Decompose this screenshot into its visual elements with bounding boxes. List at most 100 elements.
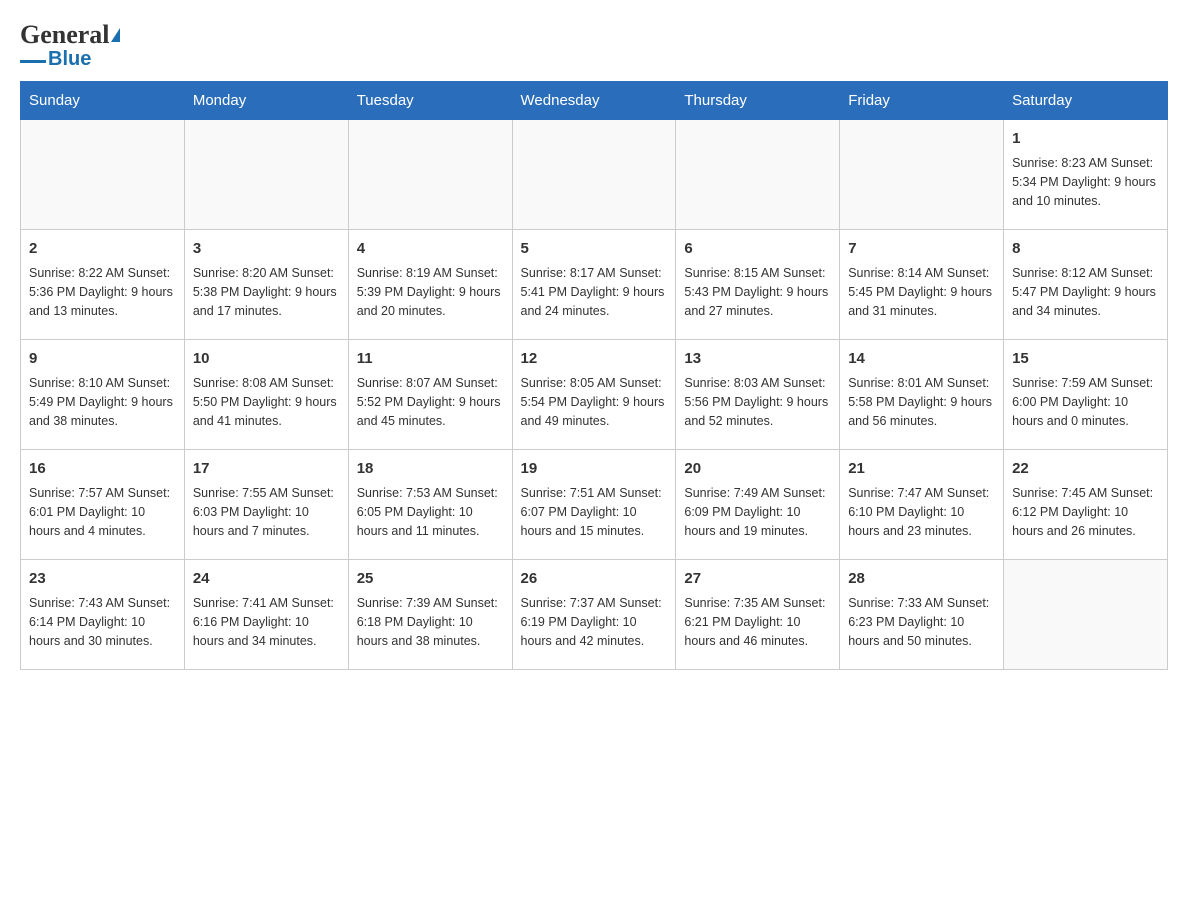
calendar-week-row: 16Sunrise: 7:57 AM Sunset: 6:01 PM Dayli… [21, 450, 1168, 560]
day-info: Sunrise: 8:20 AM Sunset: 5:38 PM Dayligh… [193, 264, 340, 322]
day-info: Sunrise: 8:05 AM Sunset: 5:54 PM Dayligh… [521, 374, 668, 432]
day-info: Sunrise: 7:59 AM Sunset: 6:00 PM Dayligh… [1012, 374, 1159, 432]
logo-arrow-icon [111, 28, 120, 42]
day-info: Sunrise: 7:49 AM Sunset: 6:09 PM Dayligh… [684, 484, 831, 542]
day-number: 13 [684, 348, 831, 371]
calendar-day-cell: 21 Sunrise: 7:47 AM Sunset: 6:10 PM Dayli… [840, 450, 1004, 560]
day-info: Sunrise: 7:45 AM Sunset: 6:12 PM Dayligh… [1012, 484, 1159, 542]
logo-bar [20, 60, 46, 63]
calendar-day-cell: 19 Sunrise: 7:51 AM Sunset: 6:07 PM Dayli… [512, 450, 676, 560]
day-number: 21 [848, 458, 995, 481]
calendar-day-cell: 15Sunrise: 7:59 AM Sunset: 6:00 PM Dayli… [1004, 340, 1168, 450]
calendar-day-cell [348, 120, 512, 230]
day-number: 1 [1012, 128, 1159, 151]
calendar-day-cell: 4 Sunrise: 8:19 AM Sunset: 5:39 PM Daylig… [348, 230, 512, 340]
day-info: Sunrise: 7:51 AM Sunset: 6:07 PM Dayligh… [521, 484, 668, 542]
calendar-day-cell: 6 Sunrise: 8:15 AM Sunset: 5:43 PM Daylig… [676, 230, 840, 340]
day-info: Sunrise: 8:10 AM Sunset: 5:49 PM Dayligh… [29, 374, 176, 432]
day-number: 12 [521, 348, 668, 371]
day-number: 28 [848, 568, 995, 591]
day-number: 18 [357, 458, 504, 481]
calendar-day-cell [676, 120, 840, 230]
day-info: Sunrise: 7:33 AM Sunset: 6:23 PM Dayligh… [848, 594, 995, 652]
day-header-saturday: Saturday [1004, 82, 1168, 120]
day-info: Sunrise: 8:01 AM Sunset: 5:58 PM Dayligh… [848, 374, 995, 432]
day-info: Sunrise: 8:03 AM Sunset: 5:56 PM Dayligh… [684, 374, 831, 432]
calendar-day-cell: 23Sunrise: 7:43 AM Sunset: 6:14 PM Dayli… [21, 560, 185, 670]
day-number: 25 [357, 568, 504, 591]
page-header: General Blue [20, 20, 1168, 71]
day-number: 23 [29, 568, 176, 591]
calendar-day-cell: 12 Sunrise: 8:05 AM Sunset: 5:54 PM Dayli… [512, 340, 676, 450]
day-number: 6 [684, 238, 831, 261]
day-number: 10 [193, 348, 340, 371]
calendar-day-cell: 20 Sunrise: 7:49 AM Sunset: 6:09 PM Dayli… [676, 450, 840, 560]
calendar-day-cell: 7 Sunrise: 8:14 AM Sunset: 5:45 PM Daylig… [840, 230, 1004, 340]
day-number: 17 [193, 458, 340, 481]
calendar-day-cell: 28 Sunrise: 7:33 AM Sunset: 6:23 PM Dayli… [840, 560, 1004, 670]
calendar-week-row: 1 Sunrise: 8:23 AM Sunset: 5:34 PM Daylig… [21, 120, 1168, 230]
calendar-day-cell: 24 Sunrise: 7:41 AM Sunset: 6:16 PM Dayli… [184, 560, 348, 670]
day-number: 22 [1012, 458, 1159, 481]
day-number: 24 [193, 568, 340, 591]
day-info: Sunrise: 8:23 AM Sunset: 5:34 PM Dayligh… [1012, 154, 1159, 212]
day-header-wednesday: Wednesday [512, 82, 676, 120]
day-info: Sunrise: 8:22 AM Sunset: 5:36 PM Dayligh… [29, 264, 176, 322]
calendar-day-cell: 27 Sunrise: 7:35 AM Sunset: 6:21 PM Dayli… [676, 560, 840, 670]
calendar-week-row: 2 Sunrise: 8:22 AM Sunset: 5:36 PM Daylig… [21, 230, 1168, 340]
day-number: 20 [684, 458, 831, 481]
day-number: 5 [521, 238, 668, 261]
day-header-thursday: Thursday [676, 82, 840, 120]
logo-blue-text: Blue [48, 48, 91, 71]
day-number: 19 [521, 458, 668, 481]
calendar-day-cell [21, 120, 185, 230]
logo: General Blue [20, 20, 120, 71]
calendar-day-cell: 1 Sunrise: 8:23 AM Sunset: 5:34 PM Daylig… [1004, 120, 1168, 230]
calendar-day-cell: 13 Sunrise: 8:03 AM Sunset: 5:56 PM Dayli… [676, 340, 840, 450]
day-info: Sunrise: 7:35 AM Sunset: 6:21 PM Dayligh… [684, 594, 831, 652]
day-info: Sunrise: 7:53 AM Sunset: 6:05 PM Dayligh… [357, 484, 504, 542]
calendar-header-row: SundayMondayTuesdayWednesdayThursdayFrid… [21, 82, 1168, 120]
calendar-day-cell: 17 Sunrise: 7:55 AM Sunset: 6:03 PM Dayli… [184, 450, 348, 560]
day-number: 16 [29, 458, 176, 481]
day-info: Sunrise: 8:08 AM Sunset: 5:50 PM Dayligh… [193, 374, 340, 432]
day-number: 7 [848, 238, 995, 261]
calendar-day-cell: 10 Sunrise: 8:08 AM Sunset: 5:50 PM Dayli… [184, 340, 348, 450]
calendar-day-cell: 25 Sunrise: 7:39 AM Sunset: 6:18 PM Dayli… [348, 560, 512, 670]
calendar-table: SundayMondayTuesdayWednesdayThursdayFrid… [20, 81, 1168, 670]
calendar-day-cell [512, 120, 676, 230]
calendar-day-cell: 11 Sunrise: 8:07 AM Sunset: 5:52 PM Dayli… [348, 340, 512, 450]
calendar-day-cell: 5 Sunrise: 8:17 AM Sunset: 5:41 PM Daylig… [512, 230, 676, 340]
day-number: 8 [1012, 238, 1159, 261]
day-info: Sunrise: 8:19 AM Sunset: 5:39 PM Dayligh… [357, 264, 504, 322]
day-info: Sunrise: 8:17 AM Sunset: 5:41 PM Dayligh… [521, 264, 668, 322]
calendar-day-cell: 2 Sunrise: 8:22 AM Sunset: 5:36 PM Daylig… [21, 230, 185, 340]
day-info: Sunrise: 8:12 AM Sunset: 5:47 PM Dayligh… [1012, 264, 1159, 322]
day-info: Sunrise: 7:41 AM Sunset: 6:16 PM Dayligh… [193, 594, 340, 652]
day-number: 27 [684, 568, 831, 591]
calendar-day-cell [184, 120, 348, 230]
logo-general-text: General [20, 20, 110, 50]
calendar-day-cell: 16Sunrise: 7:57 AM Sunset: 6:01 PM Dayli… [21, 450, 185, 560]
calendar-day-cell: 22 Sunrise: 7:45 AM Sunset: 6:12 PM Dayli… [1004, 450, 1168, 560]
day-header-monday: Monday [184, 82, 348, 120]
day-info: Sunrise: 7:47 AM Sunset: 6:10 PM Dayligh… [848, 484, 995, 542]
day-number: 4 [357, 238, 504, 261]
calendar-day-cell: 3Sunrise: 8:20 AM Sunset: 5:38 PM Daylig… [184, 230, 348, 340]
calendar-day-cell: 9Sunrise: 8:10 AM Sunset: 5:49 PM Daylig… [21, 340, 185, 450]
calendar-day-cell [840, 120, 1004, 230]
day-info: Sunrise: 7:39 AM Sunset: 6:18 PM Dayligh… [357, 594, 504, 652]
calendar-day-cell [1004, 560, 1168, 670]
day-info: Sunrise: 8:15 AM Sunset: 5:43 PM Dayligh… [684, 264, 831, 322]
day-number: 2 [29, 238, 176, 261]
day-info: Sunrise: 7:37 AM Sunset: 6:19 PM Dayligh… [521, 594, 668, 652]
day-info: Sunrise: 8:14 AM Sunset: 5:45 PM Dayligh… [848, 264, 995, 322]
day-info: Sunrise: 7:55 AM Sunset: 6:03 PM Dayligh… [193, 484, 340, 542]
day-info: Sunrise: 8:07 AM Sunset: 5:52 PM Dayligh… [357, 374, 504, 432]
calendar-day-cell: 8 Sunrise: 8:12 AM Sunset: 5:47 PM Daylig… [1004, 230, 1168, 340]
calendar-day-cell: 14Sunrise: 8:01 AM Sunset: 5:58 PM Dayli… [840, 340, 1004, 450]
calendar-day-cell: 26Sunrise: 7:37 AM Sunset: 6:19 PM Dayli… [512, 560, 676, 670]
day-number: 11 [357, 348, 504, 371]
calendar-day-cell: 18 Sunrise: 7:53 AM Sunset: 6:05 PM Dayli… [348, 450, 512, 560]
calendar-week-row: 23Sunrise: 7:43 AM Sunset: 6:14 PM Dayli… [21, 560, 1168, 670]
